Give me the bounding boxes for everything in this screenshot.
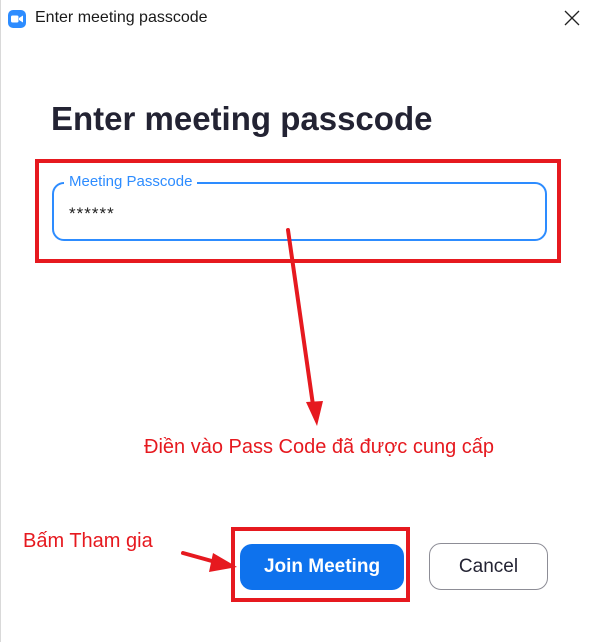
join-meeting-button[interactable]: Join Meeting [240, 544, 404, 590]
cancel-button[interactable]: Cancel [429, 543, 548, 590]
passcode-highlight-box [35, 159, 561, 263]
join-arrow-icon [181, 551, 237, 572]
title-bar: Enter meeting passcode [1, 0, 596, 38]
cancel-button-label: Cancel [458, 555, 519, 577]
page-title: Enter meeting passcode [51, 100, 433, 137]
close-button[interactable] [559, 6, 585, 30]
join-instruction-note: Bấm Tham gia [23, 530, 153, 552]
window-title: Enter meeting passcode [35, 9, 208, 26]
passcode-dialog-window: Enter meeting passcode Enter meeting pas… [0, 0, 596, 642]
passcode-instruction-note: Điền vào Pass Code đã được cung cấp [144, 436, 495, 458]
join-meeting-button-label: Join Meeting [263, 556, 381, 577]
zoom-camera-icon [8, 10, 26, 28]
